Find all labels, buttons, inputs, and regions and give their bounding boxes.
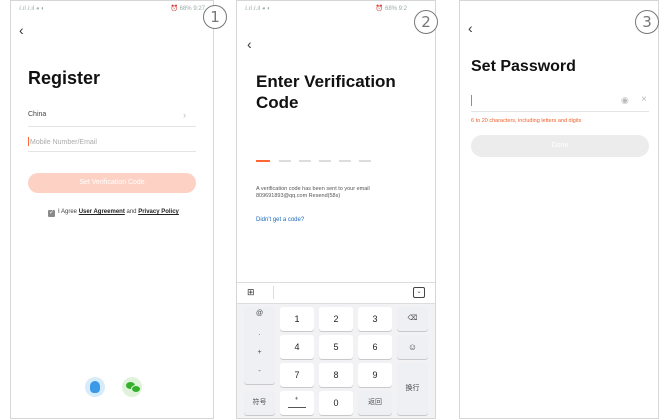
- backspace-icon[interactable]: ⌫: [397, 307, 428, 331]
- key-1[interactable]: 1: [280, 307, 314, 331]
- clear-icon[interactable]: ×: [641, 94, 647, 105]
- collapse-keyboard-icon[interactable]: ⌄: [413, 287, 425, 298]
- qq-login-button[interactable]: [85, 377, 105, 397]
- key-7[interactable]: 7: [280, 363, 314, 387]
- key-3[interactable]: 3: [358, 307, 392, 331]
- back-icon[interactable]: ‹: [247, 37, 252, 51]
- code-segment: [299, 160, 311, 162]
- code-segment: [359, 160, 371, 162]
- numeric-keyboard: ⊞ ⌄ @ . + - 1 2 3 4 5 6 7 8 9 ⌫ ☺ 换行 符号 …: [237, 282, 435, 418]
- status-right: ⏰ 68% 9:27: [170, 6, 206, 12]
- code-sent-line-1: A verification code has been sent to you…: [256, 186, 370, 192]
- key-9[interactable]: 9: [358, 363, 392, 387]
- status-left: ⅈ.ıl ⅈ.ıl ◕ ◐: [19, 6, 45, 12]
- key-at[interactable]: @: [244, 310, 275, 317]
- wechat-icon-bubble: [131, 385, 141, 393]
- status-bar: ⅈ.ıl ⅈ.ıl ◕ ◐ ⏰ 68% 9:2: [245, 5, 427, 15]
- country-label: China: [28, 111, 47, 118]
- didnt-get-code-link[interactable]: Didn't get a code?: [256, 217, 304, 223]
- key-2[interactable]: 2: [319, 307, 353, 331]
- mobile-email-input[interactable]: Mobile Number/Email: [28, 137, 97, 146]
- step-badge-2: 2: [414, 10, 438, 34]
- microphone-icon: ♦: [295, 396, 299, 402]
- status-left: ⅈ.ıl ⅈ.ıl ◕ ◐: [245, 6, 271, 12]
- checkbox-checked-icon[interactable]: ✓: [48, 210, 55, 217]
- input-divider: [28, 151, 196, 152]
- agree-prefix: I Agree: [58, 209, 78, 215]
- key-0[interactable]: 0: [319, 391, 353, 415]
- verification-screen: ⅈ.ıl ⅈ.ıl ◕ ◐ ⏰ 68% 9:2 ‹ Enter Verifica…: [236, 0, 436, 419]
- input-placeholder: Mobile Number/Email: [30, 139, 97, 146]
- step-badge-1: 1: [203, 5, 227, 29]
- space-key[interactable]: ♦: [280, 391, 314, 415]
- text-cursor: [28, 137, 29, 146]
- page-title: Set Password: [471, 58, 576, 75]
- agreement-row: ✓ I Agree User Agreement and Privacy Poli…: [48, 209, 179, 217]
- key-8[interactable]: 8: [319, 363, 353, 387]
- country-divider: [28, 126, 196, 127]
- user-agreement-link[interactable]: User Agreement: [79, 209, 125, 215]
- qq-icon: [90, 381, 100, 393]
- symbol-key[interactable]: 符号: [244, 391, 275, 415]
- grid-menu-icon[interactable]: ⊞: [247, 287, 255, 298]
- set-password-screen: ‹ Set Password ◉ × 6 to 20 characters, i…: [459, 0, 659, 419]
- key-4[interactable]: 4: [280, 335, 314, 359]
- title-line-2: Code: [256, 93, 299, 112]
- emoji-icon[interactable]: ☺: [397, 335, 428, 359]
- agree-and: and: [126, 209, 137, 215]
- code-segment: [279, 160, 291, 162]
- space-bar-icon: [288, 407, 306, 408]
- chevron-right-icon[interactable]: ›: [183, 110, 186, 120]
- code-segment-active: [256, 160, 270, 162]
- status-bar: ⅈ.ıl ⅈ.ıl ◕ ◐ ⏰ 68% 9:27: [19, 5, 205, 15]
- toolbar-divider: [273, 286, 274, 299]
- done-button[interactable]: Done: [471, 135, 649, 157]
- enter-key[interactable]: 换行: [397, 363, 428, 415]
- step-badge-3: 3: [635, 10, 659, 34]
- code-segment: [339, 160, 351, 162]
- key-dot[interactable]: .: [244, 330, 275, 337]
- set-verification-code-button[interactable]: Set Verification Code: [28, 173, 196, 193]
- eye-icon[interactable]: ◉: [621, 95, 629, 106]
- register-screen: ⅈ.ıl ⅈ.ıl ◕ ◐ ⏰ 68% 9:27 ‹ Register Chin…: [10, 0, 214, 419]
- privacy-policy-link[interactable]: Privacy Policy: [138, 209, 179, 215]
- back-icon[interactable]: ‹: [468, 21, 473, 35]
- return-key[interactable]: 返回: [358, 391, 392, 415]
- password-input-underline[interactable]: [471, 111, 649, 112]
- password-hint: 6 to 20 characters, including letters an…: [471, 118, 582, 124]
- status-right: ⏰ 68% 9:2: [375, 6, 407, 12]
- key-6[interactable]: 6: [358, 335, 392, 359]
- key-minus[interactable]: -: [244, 368, 275, 375]
- key-plus[interactable]: +: [244, 349, 275, 356]
- wechat-login-button[interactable]: [122, 377, 142, 397]
- back-icon[interactable]: ‹: [19, 23, 24, 37]
- title-line-1: Enter Verification: [256, 72, 396, 91]
- code-sent-message: A verification code has been sent to you…: [256, 186, 370, 200]
- keyboard-toolbar: ⊞ ⌄: [237, 282, 435, 304]
- code-sent-line-2: 809691893@qq.com Resend(58s): [256, 193, 341, 199]
- page-title: Register: [28, 68, 101, 88]
- page-title: Enter Verification Code: [256, 71, 396, 113]
- key-5[interactable]: 5: [319, 335, 353, 359]
- symbol-column: @ . + -: [244, 307, 275, 384]
- text-cursor: [471, 95, 472, 106]
- code-segment: [319, 160, 331, 162]
